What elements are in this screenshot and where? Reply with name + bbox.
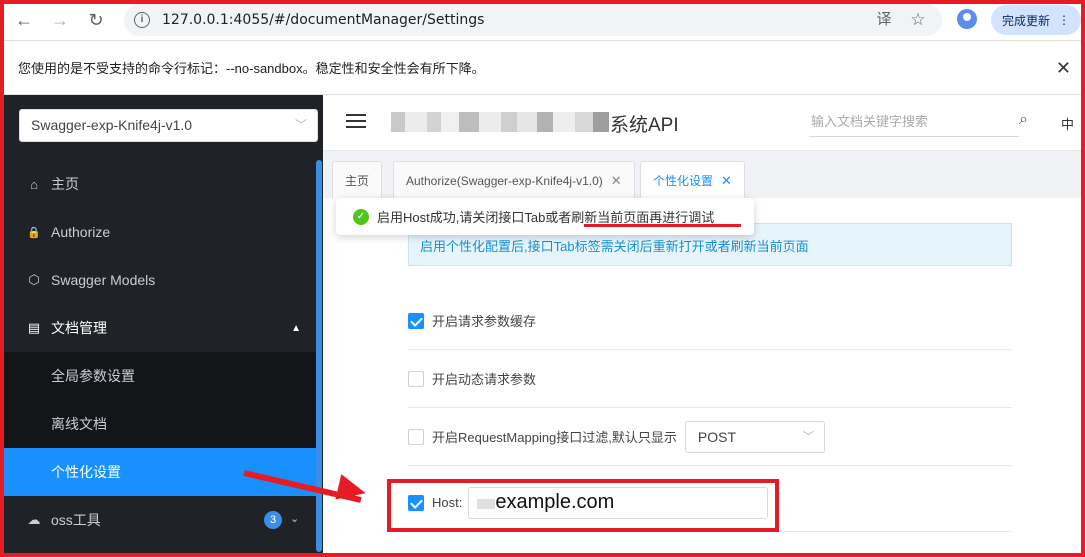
update-button[interactable]: 完成更新 ⋮ [991,5,1081,35]
tab-home[interactable]: 主页 [332,161,383,199]
checkbox-requestmapping-filter[interactable] [408,428,424,445]
update-button-label: 完成更新 [1001,13,1050,28]
version-select[interactable]: Swagger-exp-Knife4j-v1.0 ﹀ [19,109,318,142]
home-icon: ⌂ [30,176,38,192]
back-arrow-icon[interactable]: ← [6,2,42,38]
lock-icon: 🔒 [27,226,41,239]
method-select[interactable]: POST ﹀ [684,420,825,453]
tab-label: 个性化设置 [653,174,714,188]
language-switch[interactable]: 中 [1061,114,1074,133]
sidebar-item-swagger-models[interactable]: ⬡ Swagger Models [4,256,323,304]
reload-icon[interactable]: ↻ [78,2,114,38]
blurred-title-region [391,112,609,132]
address-bar[interactable]: i 127.0.0.1:4055/#/documentManager/Setti… [124,4,942,36]
tab-personal-settings[interactable]: 个性化设置 ✕ [640,161,745,199]
option-dynamic-params: 开启动态请求参数 [408,350,1012,408]
kebab-menu-icon: ⋮ [1058,13,1070,27]
cube-icon: ⬡ [28,272,40,287]
forward-arrow-icon[interactable]: → [42,2,78,38]
tab-bar: 主页 Authorize(Swagger-exp-Knife4j-v1.0) ✕… [323,150,1081,199]
search-input[interactable]: 输入文档关键字搜索 [809,107,1019,137]
check-circle-icon: ✓ [353,208,369,225]
bookmark-star-icon[interactable]: ☆ [908,10,928,30]
search-icon[interactable]: ⌕ [1019,111,1028,129]
browser-toolbar: ← → ↻ i 127.0.0.1:4055/#/documentManager… [0,0,1085,40]
annotation-highlight-box [387,479,779,532]
option-request-cache: 开启请求参数缓存 [408,292,1012,350]
warning-infobar: 您使用的是不受支持的命令行标记：--no-sandbox。稳定性和安全性会有所下… [0,40,1085,95]
tab-label: Authorize(Swagger-exp-Knife4j-v1.0) [406,173,603,188]
cloud-icon: ☁ [27,512,41,527]
profile-avatar-icon[interactable] [957,9,977,29]
sidebar-item-document-manager[interactable]: ▤ 文档管理 ▲ [4,304,323,352]
chevron-up-icon: ▲ [291,322,301,334]
sidebar-item-label: Authorize [51,224,111,240]
close-icon[interactable]: ✕ [1056,58,1071,79]
warning-text: 您使用的是不受支持的命令行标记：--no-sandbox。稳定性和安全性会有所下… [18,61,485,76]
sidebar-item-oss-tools[interactable]: ☁ oss工具 3 ⌄ [4,496,323,544]
success-toast: ✓ 启用Host成功,请关闭接口Tab或者刷新当前页面再进行调试 [336,198,754,235]
sidebar-item-label: 主页 [51,176,79,192]
checkbox-request-cache[interactable] [408,312,424,329]
tab-authorize[interactable]: Authorize(Swagger-exp-Knife4j-v1.0) ✕ [393,161,635,199]
option-requestmapping-filter: 开启RequestMapping接口过滤,默认只显示 POST ﹀ [408,408,1012,466]
url-text[interactable]: 127.0.0.1:4055/#/documentManager/Setting… [162,12,484,28]
annotation-underline [584,224,741,227]
sidebar-item-label: oss工具 [51,512,101,528]
main-header: 系统API 输入文档关键字搜索 ⌕ 中 [323,95,1081,150]
option-label: 开启RequestMapping接口过滤,默认只显示 [432,430,677,445]
sidebar-item-label: 文档管理 [51,320,107,336]
menu-fold-icon[interactable] [346,114,366,130]
translate-icon[interactable]: 译 [874,10,894,30]
chevron-down-icon: ﹀ [802,430,814,443]
checkbox-dynamic-params[interactable] [408,370,424,387]
chevron-down-icon: ﹀ [294,118,307,132]
option-label: 开启请求参数缓存 [432,314,537,329]
option-label: 开启动态请求参数 [432,372,537,387]
sidebar-item-personal-settings[interactable]: 个性化设置 [4,448,316,496]
sidebar-item-authorize[interactable]: 🔒 Authorize [4,208,323,256]
method-select-value: POST [697,428,737,445]
count-badge: 3 [264,511,282,529]
sidebar-item-home[interactable]: ⌂ 主页 [4,160,323,208]
document-icon: ▤ [27,320,41,335]
sidebar-item-global-params[interactable]: 全局参数设置 [4,352,316,400]
sidebar: Swagger-exp-Knife4j-v1.0 ﹀ ⌂ 主页 🔒 Author… [4,95,323,553]
close-icon[interactable]: ✕ [721,173,732,189]
tab-label: 主页 [345,174,370,188]
sidebar-item-label: Swagger Models [51,272,156,288]
site-info-icon[interactable]: i [134,12,150,28]
version-select-value: Swagger-exp-Knife4j-v1.0 [31,117,193,133]
chevron-down-icon: ⌄ [290,513,300,525]
page-title: 系统API [610,115,679,136]
close-icon[interactable]: ✕ [611,173,622,189]
sidebar-item-offline-docs[interactable]: 离线文档 [4,400,316,448]
